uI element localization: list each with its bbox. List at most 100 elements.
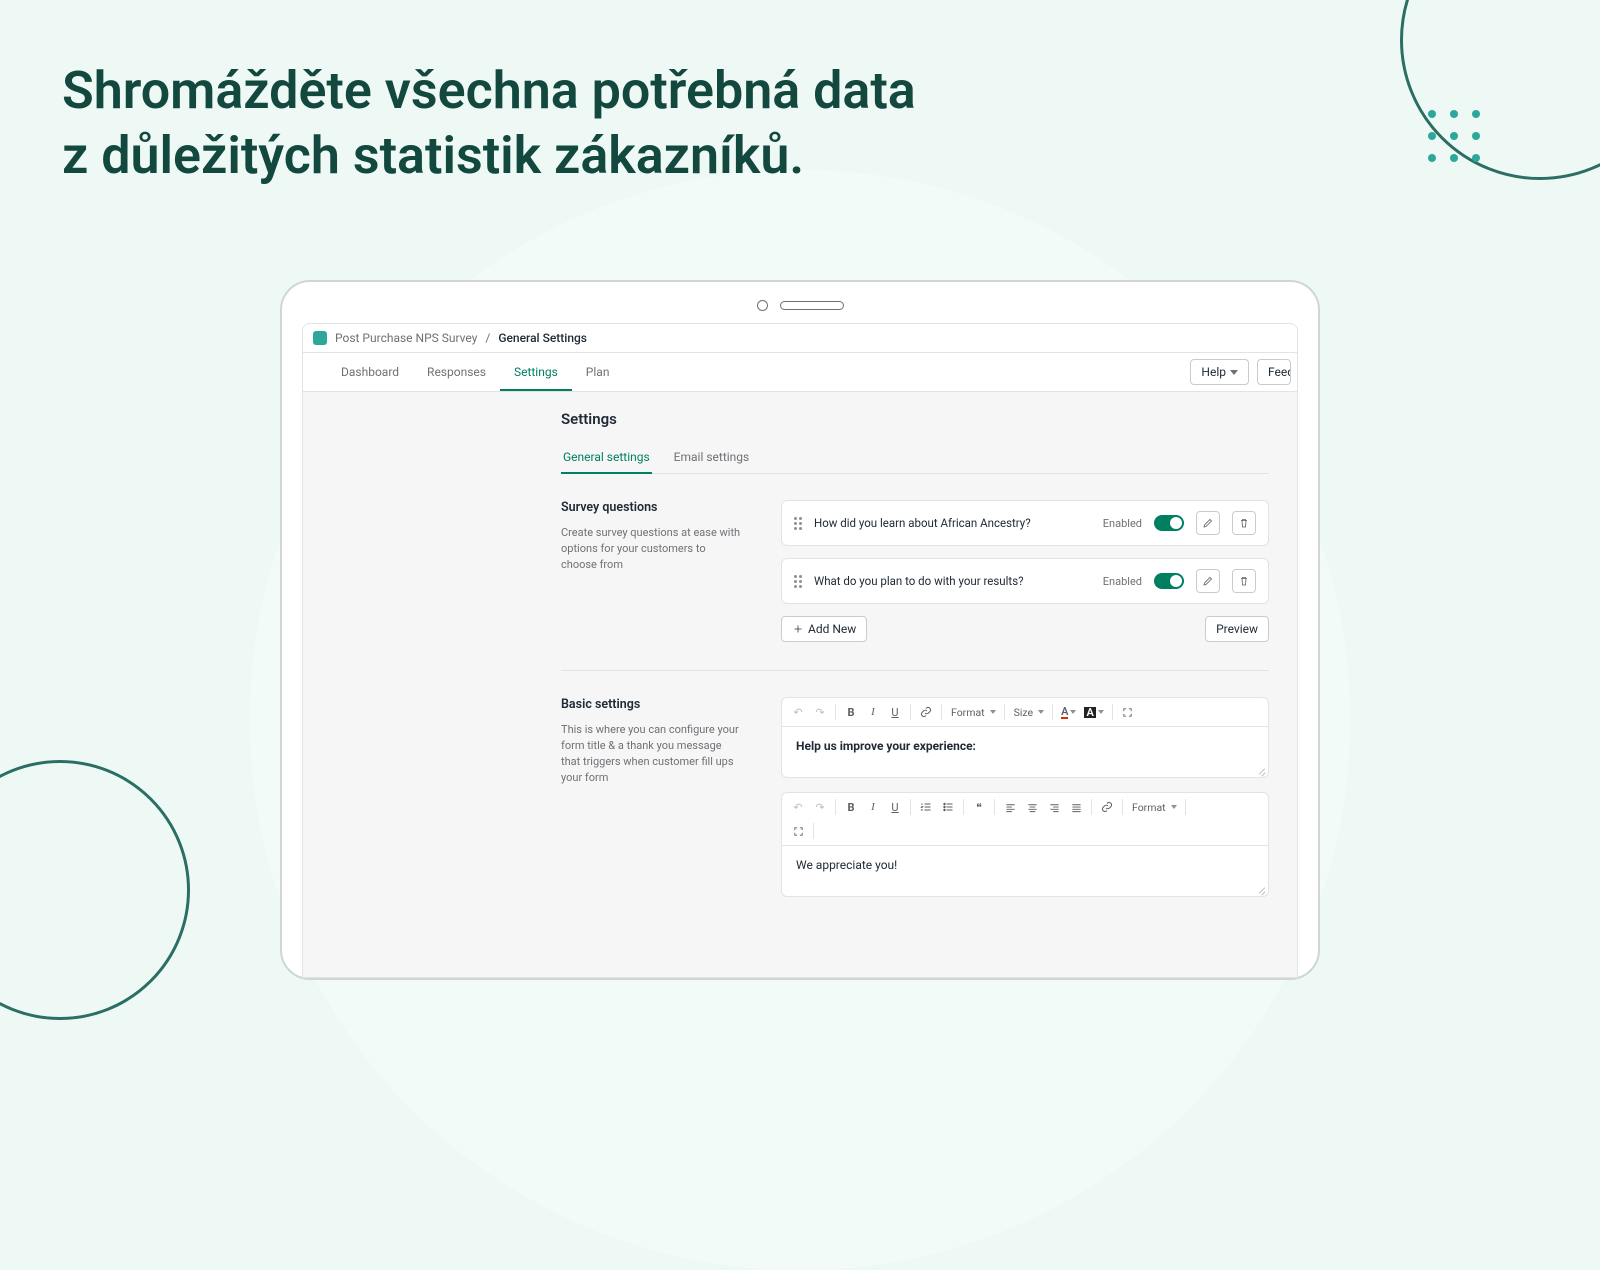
preview-button[interactable]: Preview <box>1205 616 1269 642</box>
ordered-list-icon <box>920 801 932 813</box>
underline-button[interactable]: U <box>885 702 905 722</box>
expand-icon <box>1122 707 1133 718</box>
decorative-dots <box>1428 110 1480 162</box>
question-card: What do you plan to do with your results… <box>781 558 1269 604</box>
tablet-frame: Post Purchase NPS Survey / General Setti… <box>280 280 1320 980</box>
align-center-button[interactable] <box>1022 797 1042 817</box>
pencil-icon <box>1202 517 1214 529</box>
align-justify-button[interactable] <box>1066 797 1086 817</box>
survey-section-title: Survey questions <box>561 500 741 515</box>
help-button-label: Help <box>1201 365 1226 379</box>
align-left-button[interactable] <box>1000 797 1020 817</box>
breadcrumb-current: General Settings <box>498 331 587 345</box>
align-right-icon <box>1049 802 1060 813</box>
thank-you-content[interactable]: We appreciate you! <box>782 846 1268 896</box>
app-titlebar: Post Purchase NPS Survey / General Setti… <box>303 324 1297 353</box>
link-icon <box>1101 801 1113 813</box>
size-select[interactable]: Size <box>1010 704 1047 721</box>
sub-tabs: General settings Email settings <box>561 442 1269 474</box>
rte-toolbar: ↶ ↷ B I U <box>782 793 1268 846</box>
bold-button[interactable]: B <box>841 702 861 722</box>
add-new-button[interactable]: Add New <box>781 616 867 642</box>
tab-plan[interactable]: Plan <box>572 353 624 391</box>
align-right-button[interactable] <box>1044 797 1064 817</box>
hero-line-2: z důležitých statistik zákazníků. <box>62 125 804 186</box>
pencil-icon <box>1202 575 1214 587</box>
survey-section-desc: Create survey questions at ease with opt… <box>561 525 741 573</box>
enabled-toggle[interactable] <box>1154 573 1184 589</box>
sub-tab-email[interactable]: Email settings <box>672 442 752 474</box>
undo-icon[interactable]: ↶ <box>788 797 808 817</box>
format-select[interactable]: Format <box>947 704 999 721</box>
form-title-editor: ↶ ↷ B I U Format <box>781 697 1269 778</box>
tab-responses[interactable]: Responses <box>413 353 500 391</box>
basic-section-title: Basic settings <box>561 697 741 712</box>
unordered-list-icon <box>942 801 954 813</box>
italic-button[interactable]: I <box>863 797 883 817</box>
question-text: How did you learn about African Ancestry… <box>814 516 1091 530</box>
rte-toolbar: ↶ ↷ B I U Format <box>782 698 1268 727</box>
basic-section-desc: This is where you can configure your for… <box>561 722 741 786</box>
bg-color-button[interactable]: A <box>1081 702 1106 722</box>
numbered-list-button[interactable] <box>916 797 936 817</box>
drag-handle-icon[interactable] <box>794 517 802 530</box>
delete-button[interactable] <box>1232 569 1256 593</box>
format-select[interactable]: Format <box>1128 799 1180 816</box>
bold-button[interactable]: B <box>841 797 861 817</box>
redo-icon[interactable]: ↷ <box>810 702 830 722</box>
tab-settings[interactable]: Settings <box>500 353 572 391</box>
trash-icon <box>1238 517 1250 529</box>
decorative-arc-bottom-left <box>0 760 190 1020</box>
maximize-button[interactable] <box>1118 702 1138 722</box>
enabled-toggle[interactable] <box>1154 515 1184 531</box>
redo-icon[interactable]: ↷ <box>810 797 830 817</box>
form-title-content[interactable]: Help us improve your experience: <box>782 727 1268 777</box>
breadcrumb-separator: / <box>485 331 490 345</box>
tablet-speaker-icon <box>780 301 844 310</box>
preview-label: Preview <box>1216 622 1258 636</box>
text-color-button[interactable]: A <box>1058 702 1079 722</box>
question-text: What do you plan to do with your results… <box>814 574 1091 588</box>
app-shell: Post Purchase NPS Survey / General Setti… <box>302 323 1298 978</box>
feedback-button[interactable]: Feedback <box>1257 359 1291 385</box>
align-justify-icon <box>1071 802 1082 813</box>
undo-icon[interactable]: ↶ <box>788 702 808 722</box>
plus-icon <box>792 623 804 635</box>
underline-button[interactable]: U <box>885 797 905 817</box>
trash-icon <box>1238 575 1250 587</box>
align-left-icon <box>1005 802 1016 813</box>
resize-handle-icon[interactable] <box>1256 765 1266 775</box>
resize-handle-icon[interactable] <box>1256 884 1266 894</box>
hero-line-1: Shromážděte všechna potřebná data <box>62 60 916 121</box>
drag-handle-icon[interactable] <box>794 575 802 588</box>
hero-heading: Shromážděte všechna potřebná data z důle… <box>62 58 916 188</box>
link-button[interactable] <box>916 702 936 722</box>
link-button[interactable] <box>1097 797 1117 817</box>
section-survey-questions: Survey questions Create survey questions… <box>561 500 1269 642</box>
question-status-label: Enabled <box>1103 575 1142 588</box>
link-icon <box>920 706 932 718</box>
italic-button[interactable]: I <box>863 702 883 722</box>
bullet-list-button[interactable] <box>938 797 958 817</box>
main-tabs: Dashboard Responses Settings Plan Help F… <box>303 353 1297 392</box>
thank-you-editor: ↶ ↷ B I U <box>781 792 1269 897</box>
help-button[interactable]: Help <box>1190 359 1249 385</box>
align-center-icon <box>1027 802 1038 813</box>
app-body: Settings General settings Email settings… <box>303 392 1297 977</box>
question-status-label: Enabled <box>1103 517 1142 530</box>
maximize-button[interactable] <box>788 821 808 841</box>
section-basic-settings: Basic settings This is where you can con… <box>561 697 1269 911</box>
breadcrumb-root[interactable]: Post Purchase NPS Survey <box>335 331 477 345</box>
blockquote-button[interactable]: ❝ <box>969 797 989 817</box>
edit-button[interactable] <box>1196 511 1220 535</box>
add-new-label: Add New <box>808 622 856 636</box>
edit-button[interactable] <box>1196 569 1220 593</box>
tablet-camera-icon <box>757 300 768 311</box>
app-logo-icon <box>313 331 327 345</box>
chevron-down-icon <box>1230 370 1238 375</box>
feedback-button-label: Feedback <box>1268 365 1291 379</box>
sub-tab-general[interactable]: General settings <box>561 442 652 474</box>
expand-icon <box>793 826 804 837</box>
tab-dashboard[interactable]: Dashboard <box>327 353 413 391</box>
delete-button[interactable] <box>1232 511 1256 535</box>
